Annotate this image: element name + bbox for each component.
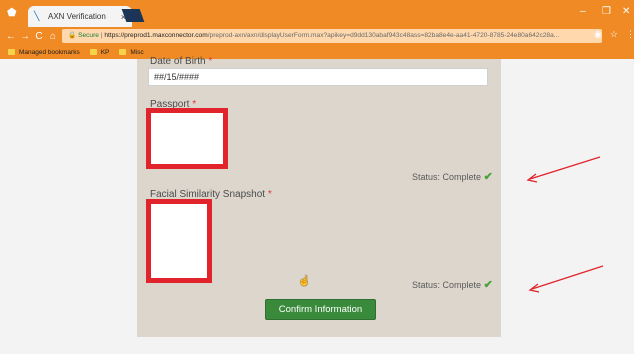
browser-titlebar: ⬟ ╲ AXN Verification × – ❐ ✕	[0, 0, 634, 27]
check-icon: ✔	[483, 279, 493, 291]
folder-icon	[119, 49, 127, 55]
tab-favicon-icon: ╲	[34, 11, 40, 21]
menu-icon[interactable]: ⋮	[626, 29, 634, 40]
passport-image	[146, 108, 228, 169]
bookmarks-bar: Managed bookmarks KP Misc	[0, 45, 634, 59]
home-icon[interactable]: ⌂	[46, 31, 60, 42]
reload-icon[interactable]: C	[32, 31, 46, 42]
bookmark-kp[interactable]: KP	[89, 49, 109, 56]
folder-icon	[8, 49, 15, 55]
url-path: /preprod-axn/axn/displayUserForm.max?api…	[207, 32, 560, 39]
lock-icon: 🔒	[68, 32, 77, 39]
new-tab-button[interactable]	[121, 9, 145, 22]
dob-label: Date of Birth *	[150, 56, 213, 67]
facial-status: Status: Complete ✔	[412, 279, 493, 291]
passport-status: Status: Complete ✔	[412, 171, 493, 183]
check-icon: ✔	[483, 171, 493, 183]
extension-icon[interactable]: ◉	[594, 29, 602, 40]
bookmark-managed[interactable]: Managed bookmarks	[8, 49, 80, 56]
minimize-icon[interactable]: –	[580, 6, 586, 17]
url-host: https://preprod1.maxconnector.com	[104, 32, 208, 39]
mouse-cursor-icon: ☝	[298, 276, 311, 287]
star-icon[interactable]: ☆	[610, 29, 618, 40]
chrome-logo-icon: ⬟	[7, 7, 17, 19]
browser-tab[interactable]: ╲ AXN Verification ×	[28, 6, 132, 27]
secure-label: Secure	[78, 32, 99, 39]
facial-snapshot-image	[146, 199, 212, 283]
dob-field[interactable]: ##/15/####	[148, 68, 488, 86]
confirm-information-button[interactable]: Confirm Information	[265, 299, 376, 320]
tab-title: AXN Verification	[48, 12, 106, 21]
maximize-icon[interactable]: ❐	[602, 6, 611, 17]
forward-icon[interactable]: →	[18, 31, 32, 42]
bookmark-misc[interactable]: Misc	[119, 49, 144, 56]
address-bar[interactable]: 🔒 Secure | https://preprod1.maxconnector…	[62, 29, 602, 43]
folder-icon	[89, 49, 97, 55]
back-icon[interactable]: ←	[4, 31, 18, 42]
close-window-icon[interactable]: ✕	[622, 6, 630, 17]
